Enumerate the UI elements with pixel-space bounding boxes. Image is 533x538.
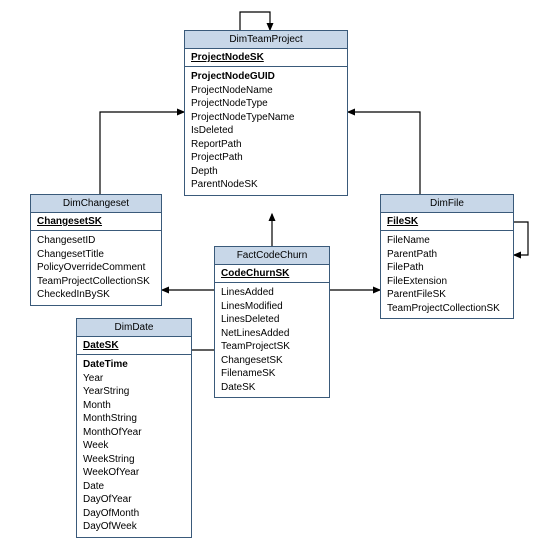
entity-field: ParentFileSK <box>387 288 507 302</box>
entity-title: FactCodeChurn <box>215 247 329 265</box>
entity-field: WeekString <box>83 453 185 467</box>
entity-field: ChangesetID <box>37 234 155 248</box>
entity-fields: DateTimeYearYearStringMonthMonthStringMo… <box>77 355 191 537</box>
entity-field: Year <box>83 372 185 386</box>
entity-fields: FileNameParentPathFilePathFileExtensionP… <box>381 231 513 318</box>
entity-field: Month <box>83 399 185 413</box>
entity-dim-file: DimFile FileSK FileNameParentPathFilePat… <box>380 194 514 319</box>
entity-title: DimChangeset <box>31 195 161 213</box>
entity-field: FilePath <box>387 261 507 275</box>
entity-field: ParentPath <box>387 248 507 262</box>
entity-field: DateTime <box>83 358 185 372</box>
entity-field: ParentNodeSK <box>191 178 341 192</box>
entity-pk: FileSK <box>381 213 513 231</box>
entity-field: FileExtension <box>387 275 507 289</box>
entity-field: Date <box>83 480 185 494</box>
entity-field: ChangesetSK <box>221 354 323 368</box>
entity-dim-team-project: DimTeamProject ProjectNodeSK ProjectNode… <box>184 30 348 196</box>
entity-field: ChangesetTitle <box>37 248 155 262</box>
entity-fields: LinesAddedLinesModifiedLinesDeletedNetLi… <box>215 283 329 397</box>
entity-field: MonthString <box>83 412 185 426</box>
entity-field: NetLinesAdded <box>221 327 323 341</box>
entity-field: LinesDeleted <box>221 313 323 327</box>
entity-title: DimTeamProject <box>185 31 347 49</box>
entity-fields: ProjectNodeGUIDProjectNodeNameProjectNod… <box>185 67 347 195</box>
entity-field: WeekOfYear <box>83 466 185 480</box>
entity-field: LinesAdded <box>221 286 323 300</box>
entity-dim-changeset: DimChangeset ChangesetSK ChangesetIDChan… <box>30 194 162 306</box>
entity-field: DateSK <box>221 381 323 395</box>
entity-field: DayOfMonth <box>83 507 185 521</box>
entity-pk: CodeChurnSK <box>215 265 329 283</box>
entity-field: IsDeleted <box>191 124 341 138</box>
entity-dim-date: DimDate DateSK DateTimeYearYearStringMon… <box>76 318 192 538</box>
entity-field: Week <box>83 439 185 453</box>
entity-fields: ChangesetIDChangesetTitlePolicyOverrideC… <box>31 231 161 305</box>
entity-field: ProjectPath <box>191 151 341 165</box>
entity-pk: ProjectNodeSK <box>185 49 347 67</box>
entity-field: TeamProjectSK <box>221 340 323 354</box>
entity-field: MonthOfYear <box>83 426 185 440</box>
entity-field: CheckedInBySK <box>37 288 155 302</box>
entity-field: FilenameSK <box>221 367 323 381</box>
entity-field: ReportPath <box>191 138 341 152</box>
entity-fact-code-churn: FactCodeChurn CodeChurnSK LinesAddedLine… <box>214 246 330 398</box>
entity-field: DayOfYear <box>83 493 185 507</box>
entity-field: ProjectNodeGUID <box>191 70 341 84</box>
entity-pk: ChangesetSK <box>31 213 161 231</box>
entity-field: DayOfWeek <box>83 520 185 534</box>
entity-field: TeamProjectCollectionSK <box>387 302 507 316</box>
entity-field: ProjectNodeName <box>191 84 341 98</box>
entity-pk: DateSK <box>77 337 191 355</box>
entity-field: PolicyOverrideComment <box>37 261 155 275</box>
entity-field: Depth <box>191 165 341 179</box>
entity-field: FileName <box>387 234 507 248</box>
entity-field: TeamProjectCollectionSK <box>37 275 155 289</box>
entity-field: ProjectNodeType <box>191 97 341 111</box>
entity-field: ProjectNodeTypeName <box>191 111 341 125</box>
entity-field: LinesModified <box>221 300 323 314</box>
entity-field: YearString <box>83 385 185 399</box>
entity-title: DimFile <box>381 195 513 213</box>
entity-title: DimDate <box>77 319 191 337</box>
